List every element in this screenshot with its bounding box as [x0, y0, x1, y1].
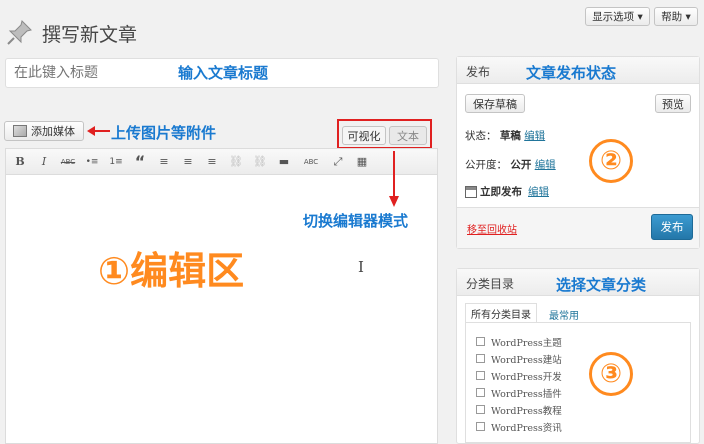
publish-box: 发布 保存草稿 预览 状态： 草稿 编辑 公开度： 公开 编辑 立即发布 编辑 … — [456, 56, 700, 249]
status-row: 状态： 草稿 编辑 — [465, 128, 545, 143]
editor-container: B I ABC •≡ 1≡ “ ≡ ≡ ≡ ⛓ ⛓ ▬ ABC ⤢ ▦ — [5, 148, 438, 444]
category-item[interactable]: WordPress插件 — [476, 384, 690, 401]
category-checkbox[interactable] — [476, 337, 485, 346]
blockquote-icon[interactable]: “ — [132, 152, 148, 171]
visibility-label: 公开度： — [465, 159, 507, 171]
schedule-row: 立即发布 编辑 — [465, 184, 549, 199]
tab-visual[interactable]: 可视化 — [342, 126, 386, 145]
unlink-icon[interactable]: ⛓ — [252, 154, 268, 170]
tab-all-categories[interactable]: 所有分类目录 — [465, 303, 537, 322]
text-cursor-icon: I — [358, 258, 364, 276]
bold-icon[interactable]: B — [12, 154, 28, 170]
add-media-label: 添加媒体 — [31, 125, 75, 138]
upload-arrow — [87, 126, 110, 136]
title-input[interactable] — [12, 63, 162, 83]
category-hint-annotation: 选择文章分类 — [556, 276, 647, 294]
help-button[interactable]: 帮助 ▾ — [654, 7, 698, 26]
add-media-button[interactable]: 添加媒体 — [4, 121, 84, 141]
publish-button[interactable]: 发布 — [651, 214, 693, 240]
status-value: 草稿 — [499, 130, 521, 142]
tab-popular-categories[interactable]: 最常用 — [549, 307, 579, 322]
calendar-icon — [465, 185, 477, 198]
trash-link[interactable]: 移至回收站 — [467, 221, 517, 236]
media-icon — [13, 125, 27, 137]
visibility-edit-link[interactable]: 编辑 — [535, 159, 556, 171]
editor-area-annotation: ①编辑区 — [98, 249, 245, 293]
mode-hint-arrow — [386, 149, 402, 213]
strikethrough-icon[interactable]: ABC — [60, 154, 76, 170]
more-tag-icon[interactable]: ▬ — [276, 154, 292, 170]
category-item[interactable]: WordPress开发 — [476, 367, 690, 384]
screen-options-button[interactable]: 显示选项 ▾ — [585, 7, 650, 26]
kitchen-sink-icon[interactable]: ▦ — [354, 154, 370, 170]
link-icon[interactable]: ⛓ — [228, 154, 244, 170]
categories-box-title: 分类目录 — [466, 277, 515, 291]
category-checkbox[interactable] — [476, 354, 485, 363]
publish-box-title: 发布 — [466, 65, 491, 79]
align-right-icon[interactable]: ≡ — [204, 154, 220, 170]
status-label: 状态： — [465, 130, 497, 142]
tab-text[interactable]: 文本 — [389, 126, 427, 145]
pushpin-icon — [6, 18, 34, 46]
publish-status-annotation: 文章发布状态 — [526, 64, 617, 82]
status-edit-link[interactable]: 编辑 — [524, 130, 545, 142]
italic-icon[interactable]: I — [36, 154, 52, 170]
category-item[interactable]: WordPress建站 — [476, 350, 690, 367]
circle-2-annotation: ② — [589, 139, 633, 183]
bullet-list-icon[interactable]: •≡ — [84, 154, 100, 170]
save-draft-button[interactable]: 保存草稿 — [465, 94, 525, 113]
numbered-list-icon[interactable]: 1≡ — [108, 154, 124, 170]
visibility-value: 公开 — [510, 159, 532, 171]
category-item[interactable]: WordPress教程 — [476, 401, 690, 418]
editor-toolbar: B I ABC •≡ 1≡ “ ≡ ≡ ≡ ⛓ ⛓ ▬ ABC ⤢ ▦ — [6, 149, 437, 175]
schedule-edit-link[interactable]: 编辑 — [528, 184, 549, 199]
visibility-row: 公开度： 公开 编辑 — [465, 157, 556, 172]
mode-hint-annotation: 切换编辑器模式 — [303, 212, 409, 230]
category-item[interactable]: WordPress资讯 — [476, 418, 690, 435]
schedule-value: 立即发布 — [480, 186, 522, 198]
spellcheck-icon[interactable]: ABC — [300, 154, 322, 170]
page-title: 撰写新文章 — [42, 24, 138, 46]
fullscreen-icon[interactable]: ⤢ — [330, 154, 346, 170]
circle-3-annotation: ③ — [589, 352, 633, 396]
category-checkbox[interactable] — [476, 422, 485, 431]
upload-hint-annotation: 上传图片等附件 — [111, 124, 217, 142]
categories-list: WordPress主题 WordPress建站 WordPress开发 Word… — [465, 322, 691, 443]
category-checkbox[interactable] — [476, 371, 485, 380]
align-center-icon[interactable]: ≡ — [180, 154, 196, 170]
category-item[interactable]: WordPress主题 — [476, 333, 690, 350]
title-hint-annotation: 输入文章标题 — [178, 64, 269, 82]
category-checkbox[interactable] — [476, 388, 485, 397]
align-left-icon[interactable]: ≡ — [156, 154, 172, 170]
category-checkbox[interactable] — [476, 405, 485, 414]
preview-button[interactable]: 预览 — [655, 94, 691, 113]
